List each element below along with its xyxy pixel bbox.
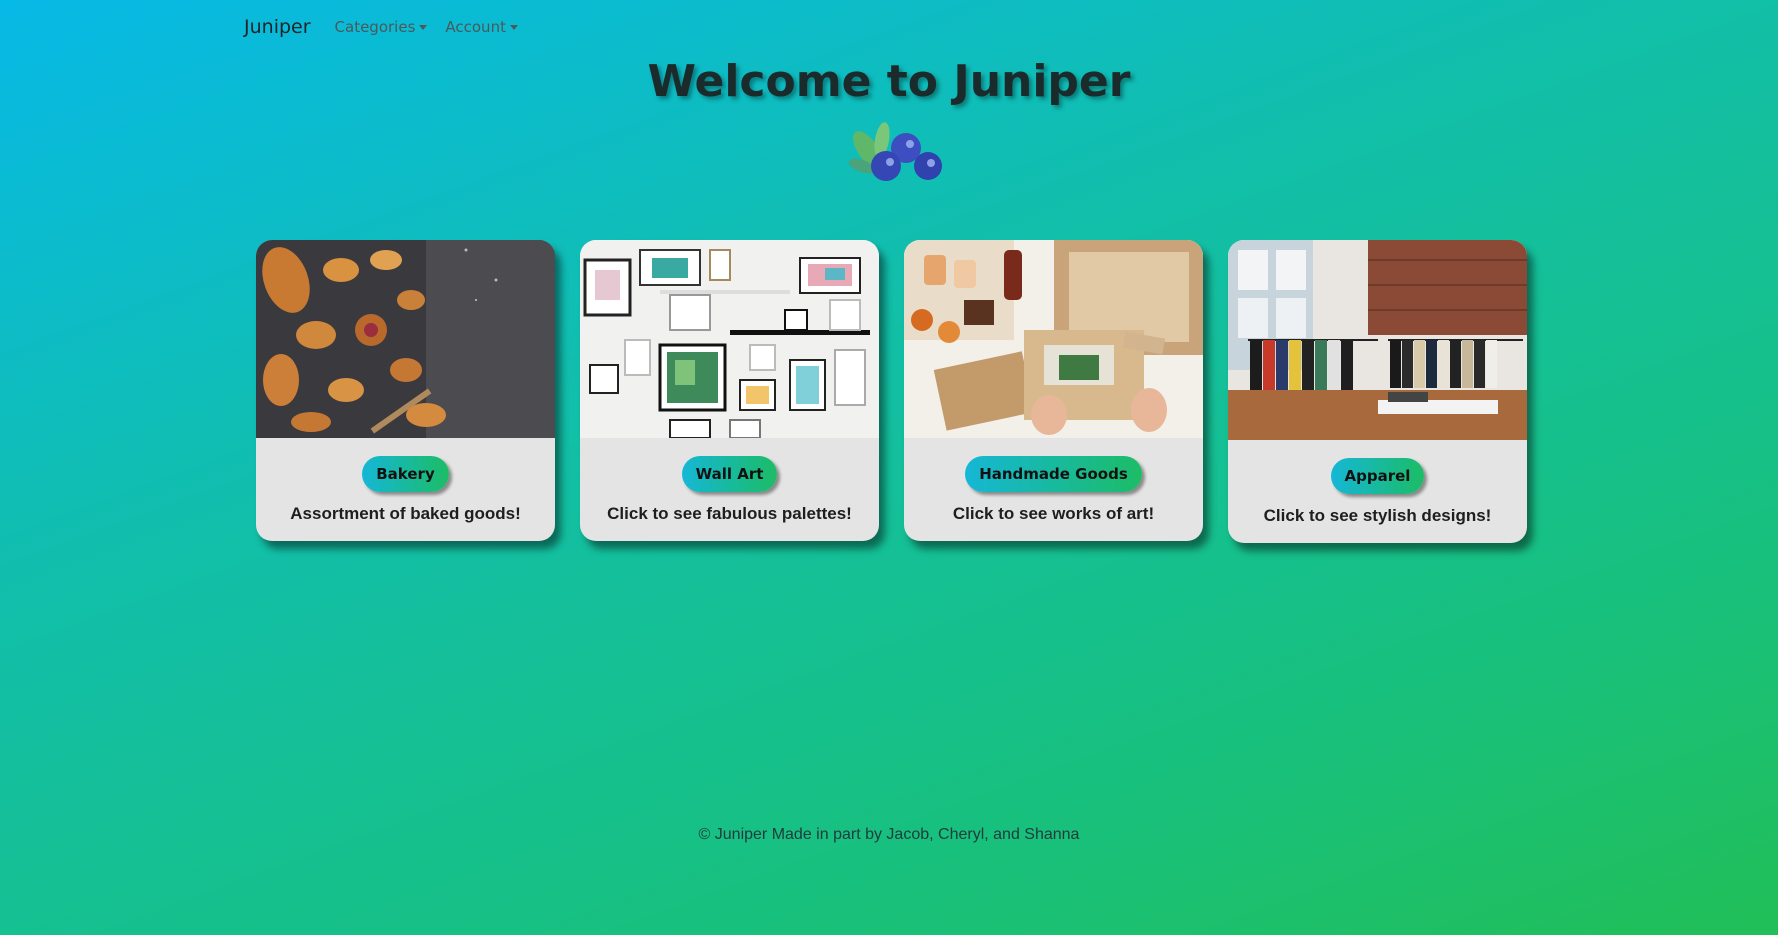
bakery-description: Assortment of baked goods! xyxy=(290,504,521,523)
card-bakery[interactable]: Bakery Assortment of baked goods! xyxy=(256,240,555,541)
handmade-goods-image xyxy=(904,240,1203,438)
navbar-brand[interactable]: Juniper xyxy=(244,16,311,38)
card-wall-art[interactable]: Wall Art Click to see fabulous palettes! xyxy=(580,240,879,541)
handmade-goods-button[interactable]: Handmade Goods xyxy=(965,456,1142,492)
wall-art-button[interactable]: Wall Art xyxy=(681,456,778,492)
apparel-image xyxy=(1228,240,1527,440)
chevron-down-icon xyxy=(509,24,518,30)
handmade-goods-description: Click to see works of art! xyxy=(952,504,1155,523)
blueberry-logo-icon xyxy=(848,122,942,181)
navbar: Juniper Categories Account xyxy=(244,0,536,54)
apparel-description: Click to see stylish designs! xyxy=(1263,506,1492,525)
nav-item-account[interactable]: Account xyxy=(445,18,518,36)
apparel-button[interactable]: Apparel xyxy=(1330,458,1425,494)
category-cards: Bakery Assortment of baked goods! Wall A… xyxy=(256,240,1527,543)
wall-art-image xyxy=(580,240,879,438)
page-title: Welcome to Juniper xyxy=(647,56,1131,107)
card-handmade-goods[interactable]: Handmade Goods Click to see works of art… xyxy=(904,240,1203,541)
nav-item-categories-label: Categories xyxy=(334,18,416,36)
footer: © Juniper Made in part by Jacob, Cheryl,… xyxy=(698,826,1080,843)
bakery-image xyxy=(256,240,555,438)
wall-art-description: Click to see fabulous palettes! xyxy=(607,504,852,523)
card-apparel[interactable]: Apparel Click to see stylish designs! xyxy=(1228,240,1527,543)
bakery-button[interactable]: Bakery xyxy=(362,456,449,492)
nav-item-account-label: Account xyxy=(445,18,506,36)
nav-item-categories[interactable]: Categories xyxy=(335,18,428,36)
chevron-down-icon xyxy=(419,24,428,30)
